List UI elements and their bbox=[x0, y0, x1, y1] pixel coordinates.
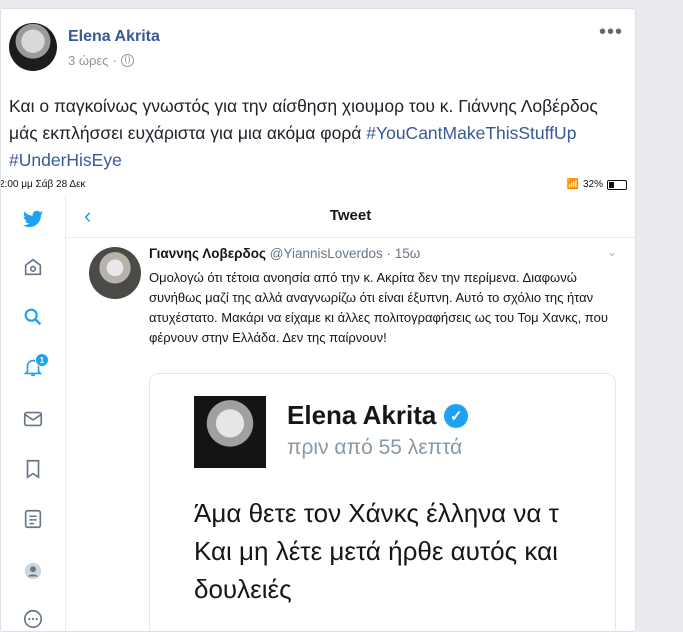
page-title: Tweet bbox=[329, 207, 372, 224]
author-name[interactable]: Elena Akrita bbox=[68, 28, 160, 46]
embedded-author: Elena Akrita ✓ bbox=[287, 400, 469, 431]
globe-icon[interactable] bbox=[120, 54, 134, 67]
wifi-icon: 📶 bbox=[566, 179, 579, 190]
post-meta: 3 ώρες · bbox=[68, 53, 134, 68]
embedded-author-avatar bbox=[194, 396, 266, 468]
tweet: Γιαννης Λοβερδος @YiannisLoverdos · 15ω … bbox=[66, 237, 635, 631]
tweet-header-line: Γιαννης Λοβερδος @YiannisLoverdos · 15ω bbox=[149, 246, 420, 261]
ipad-status-bar: 2:00 μμ Σάβ 28 Δεκ 📶 32% bbox=[1, 173, 635, 195]
search-icon[interactable] bbox=[21, 305, 45, 329]
embedded-author-name: Elena Akrita bbox=[287, 400, 437, 430]
tweet-text: Ομολογώ ότι τέτοια ανοησία από την κ. Ακ… bbox=[149, 270, 608, 345]
lists-icon[interactable] bbox=[21, 507, 45, 531]
embedded-line: δουλειές bbox=[194, 574, 292, 604]
hashtag-link[interactable]: #UnderHisEye bbox=[9, 150, 122, 170]
home-icon[interactable] bbox=[21, 255, 45, 279]
more-options-icon[interactable]: ••• bbox=[599, 21, 623, 44]
hashtag-link[interactable]: #YouCantMakeThisStuffUp bbox=[366, 123, 576, 143]
tweet-author-handle[interactable]: @YiannisLoverdos bbox=[270, 246, 383, 261]
chevron-down-icon[interactable]: ⌄ bbox=[607, 245, 617, 259]
battery-percentage: 32% bbox=[582, 179, 603, 190]
embedded-line: Και μη λέτε μετά ήρθε αυτός και bbox=[194, 536, 558, 566]
meta-separator: · bbox=[112, 53, 117, 68]
embedded-text: Άμα θετε τον Χάνκς έλληνα να τ Και μη λέ… bbox=[194, 494, 615, 608]
status-time: 2:00 μμ Σάβ 28 Δεκ bbox=[1, 179, 86, 190]
post-text: Και ο παγκοίνως γνωστός για την αίσθηση … bbox=[9, 93, 625, 174]
notifications-icon[interactable]: 1 bbox=[21, 353, 49, 379]
tweet-time: · 15ω bbox=[386, 246, 421, 261]
tweet-header: ‹ Tweet bbox=[66, 195, 635, 238]
twitter-nav-rail: 1 bbox=[1, 195, 66, 631]
tweet-screenshot-image[interactable]: 2:00 μμ Σάβ 28 Δεκ 📶 32% 1 ‹ Tweet Γιανν… bbox=[1, 173, 635, 631]
battery-icon bbox=[607, 179, 627, 190]
embedded-time: πριν από 55 λεπτά bbox=[287, 436, 463, 459]
author-avatar[interactable] bbox=[9, 23, 57, 71]
twitter-bird-icon[interactable] bbox=[21, 207, 45, 231]
more-icon[interactable] bbox=[21, 607, 45, 631]
messages-icon[interactable] bbox=[21, 407, 45, 431]
embedded-line: Άμα θετε τον Χάνκς έλληνα να τ bbox=[194, 498, 559, 528]
facebook-post: Elena Akrita 3 ώρες · ••• Και ο παγκοίνω… bbox=[0, 8, 636, 632]
notification-badge: 1 bbox=[35, 353, 49, 367]
tweet-author-avatar[interactable] bbox=[89, 247, 141, 299]
tweet-author-name[interactable]: Γιαννης Λοβερδος bbox=[149, 246, 266, 261]
profile-icon[interactable] bbox=[21, 559, 45, 583]
post-time[interactable]: 3 ώρες bbox=[68, 53, 108, 68]
bookmarks-icon[interactable] bbox=[21, 457, 45, 481]
verified-icon: ✓ bbox=[444, 403, 469, 428]
embedded-image[interactable]: Elena Akrita ✓ πριν από 55 λεπτά Άμα θετ… bbox=[149, 373, 616, 631]
